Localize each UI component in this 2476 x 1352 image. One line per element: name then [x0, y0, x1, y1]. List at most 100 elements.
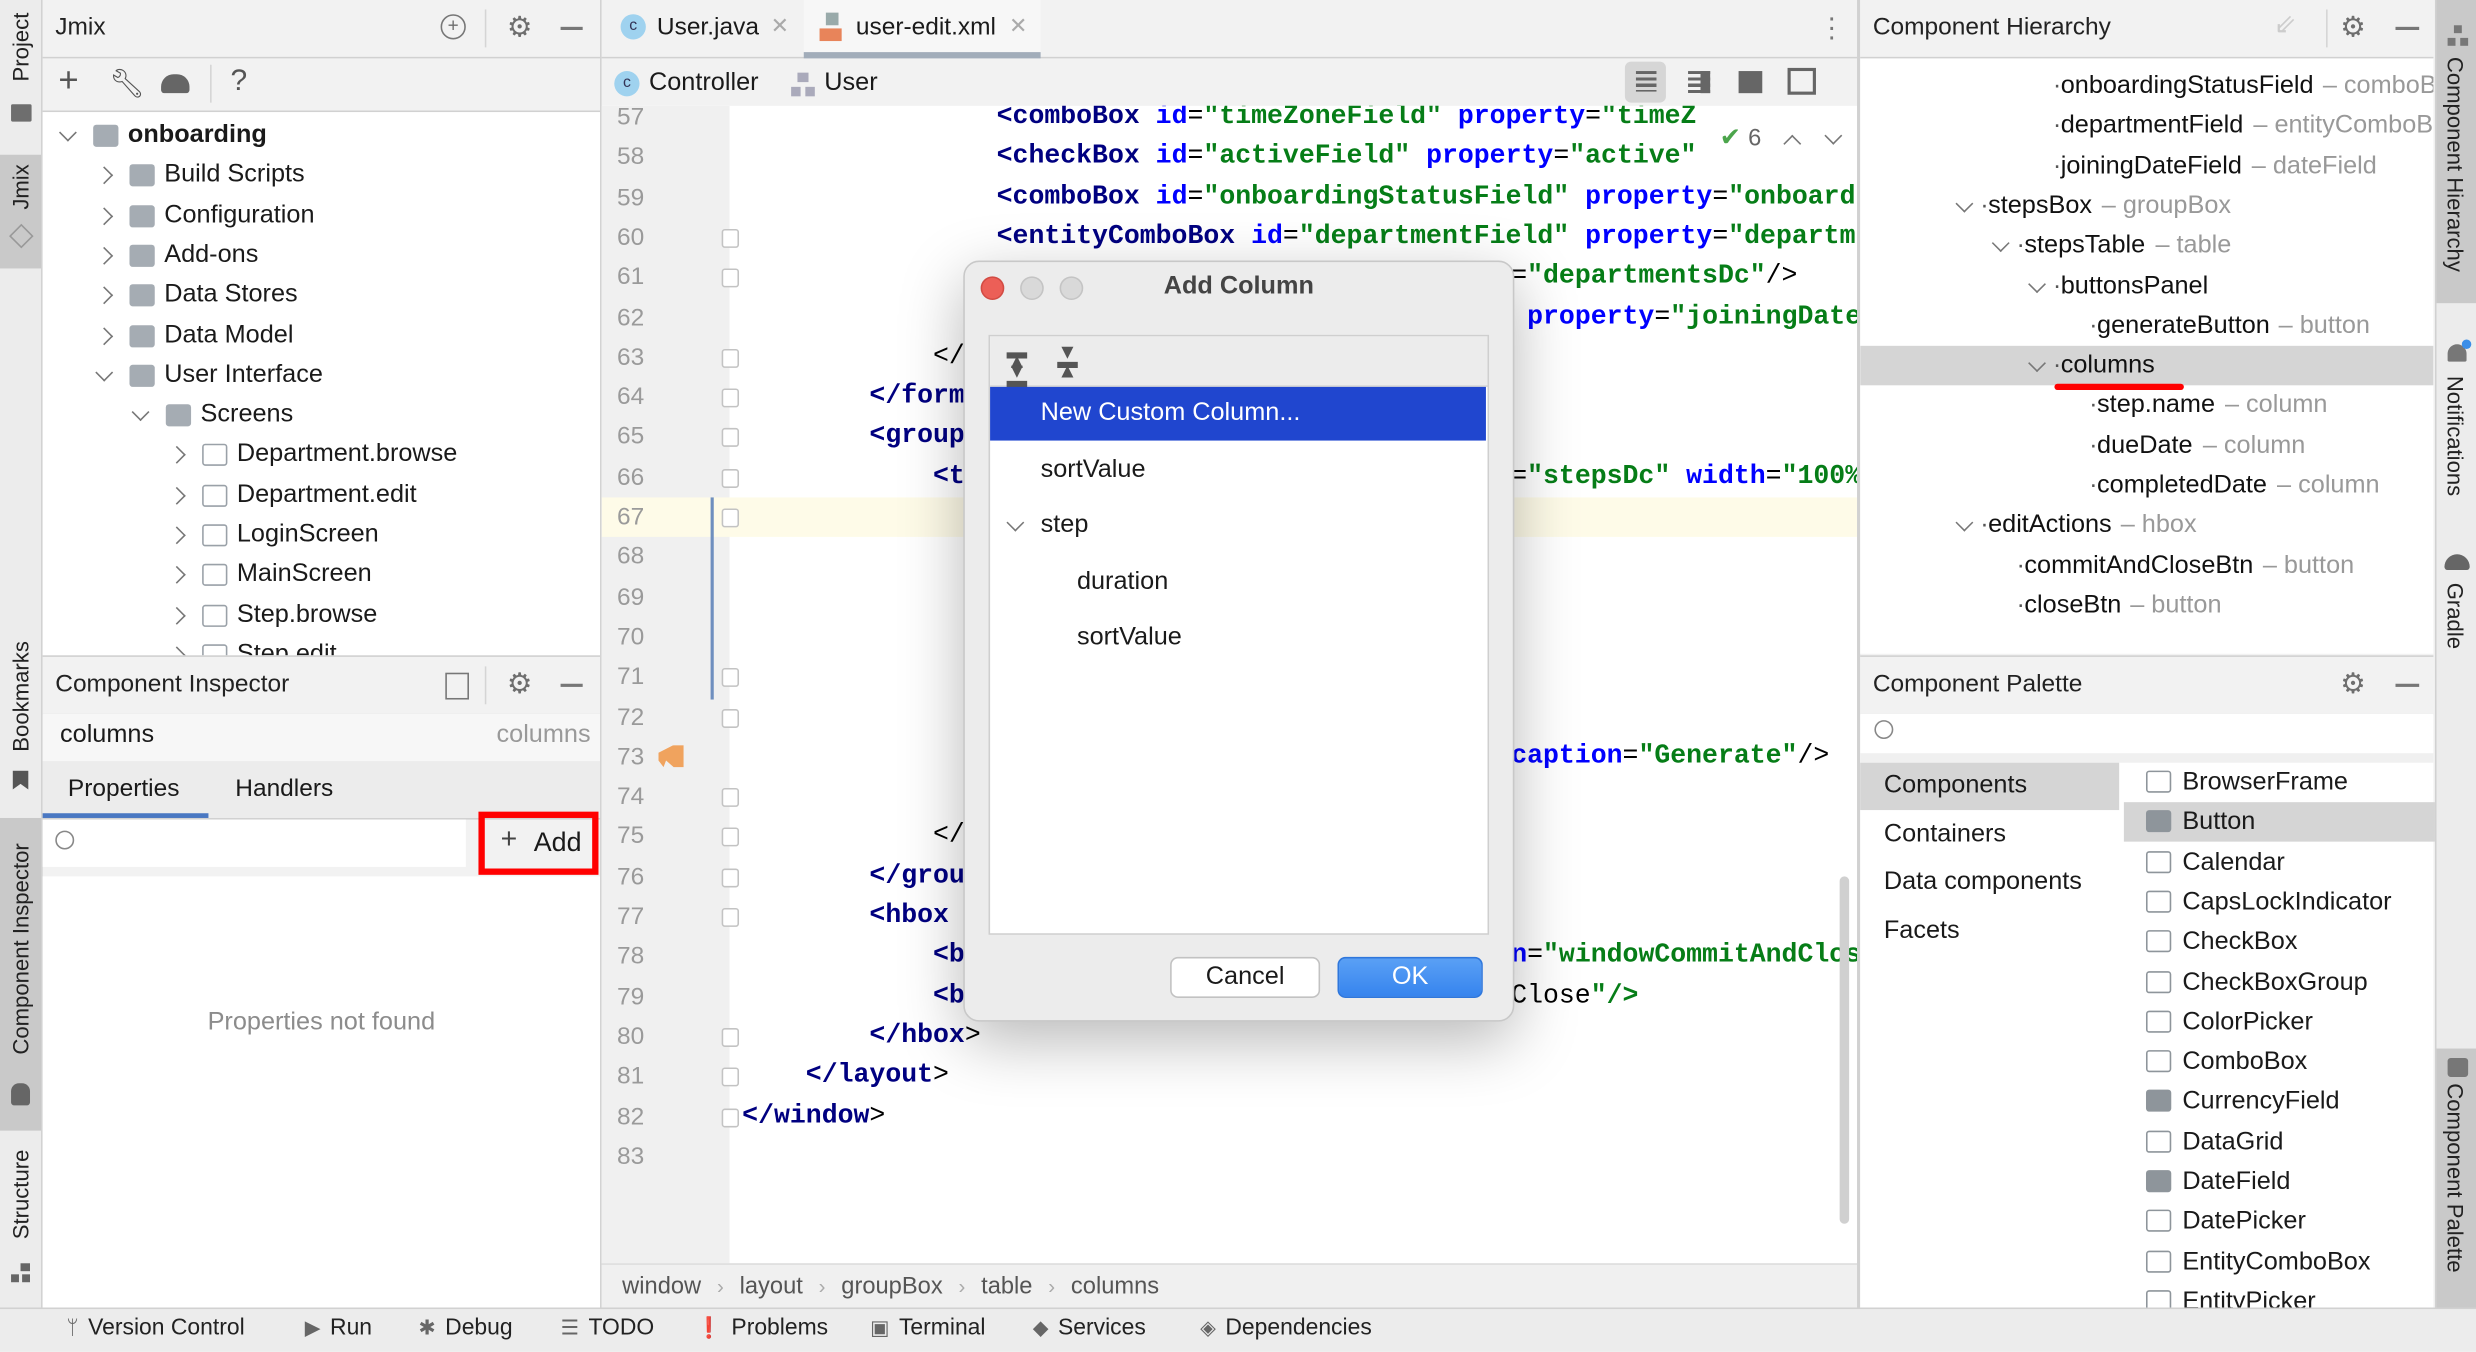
palette-item[interactable]: DataGrid [2124, 1122, 2435, 1161]
fold-marker-icon[interactable] [721, 668, 740, 688]
locate-icon[interactable]: + [440, 14, 466, 40]
stripe-tab-component-hierarchy[interactable]: Component Hierarchy [2436, 0, 2476, 304]
designer-view-icon[interactable] [1738, 71, 1763, 94]
minimize-icon[interactable] [2395, 683, 2420, 687]
stripe-tab-bookmarks[interactable]: Bookmarks [0, 632, 41, 806]
column-option[interactable]: sortValue [990, 611, 1486, 665]
tree-item[interactable]: Department.edit [43, 475, 600, 514]
tree-item[interactable]: Step.browse [43, 595, 600, 634]
palette-category[interactable]: Data components [1860, 859, 2119, 906]
breadcrumb-item[interactable]: window [622, 1273, 701, 1300]
chevron-right-icon[interactable] [167, 446, 186, 465]
tree-item[interactable]: Department.browse [43, 435, 600, 474]
gradle-elephant-icon[interactable] [161, 74, 190, 94]
change-marker[interactable] [710, 497, 713, 700]
palette-item[interactable]: CapsLockIndicator [2124, 883, 2435, 922]
chevron-right-icon[interactable] [167, 526, 186, 545]
tool-window-version-control[interactable]: ᛘ Version Control [66, 1315, 244, 1340]
vertical-scrollbar[interactable] [1839, 876, 1850, 1224]
properties-search-input[interactable] [42, 819, 466, 867]
tree-item[interactable]: User Interface [43, 355, 600, 394]
palette-category[interactable]: Components [1860, 762, 2120, 811]
close-icon[interactable]: ✕ [771, 13, 790, 40]
hierarchy-item[interactable]: · closeBtn – button [1860, 586, 2433, 625]
chevron-down-icon[interactable] [1955, 514, 1974, 533]
fold-marker-icon[interactable] [721, 1067, 740, 1087]
palette-item[interactable]: Calendar [2124, 843, 2435, 882]
tree-item[interactable]: Configuration [43, 195, 600, 234]
hierarchy-item[interactable]: ·departmentField– entityComboBox [1860, 106, 2434, 145]
palette-item[interactable]: ColorPicker [2124, 1002, 2435, 1041]
palette-item[interactable]: CheckBoxGroup [2124, 962, 2435, 1001]
fold-marker-icon[interactable] [721, 428, 740, 448]
tool-window-dependencies[interactable]: ◈ Dependencies [1200, 1315, 1372, 1340]
chevron-right-icon[interactable] [95, 206, 114, 225]
chevron-down-icon[interactable] [95, 363, 114, 382]
fold-marker-icon[interactable] [721, 708, 740, 728]
column-option[interactable]: duration [990, 555, 1486, 609]
column-option[interactable]: step [990, 499, 1486, 553]
palette-item[interactable]: CheckBox [2124, 922, 2435, 961]
tab-user-edit-xml[interactable]: user-edit.xml ✕ [803, 0, 1041, 59]
palette-item[interactable]: Button [2123, 802, 2435, 843]
minimize-icon[interactable] [560, 26, 583, 31]
chevron-down-icon[interactable] [1824, 126, 1843, 145]
help-icon[interactable]: ? [231, 66, 248, 96]
hierarchy-item[interactable]: · stepsBox – groupBox [1860, 186, 2433, 225]
preview-view-icon[interactable] [1787, 67, 1816, 95]
chevron-down-icon[interactable] [2028, 274, 2046, 293]
gear-icon[interactable]: ⚙ [507, 13, 532, 41]
tool-window-todo[interactable]: ☰ TODO [561, 1315, 655, 1340]
chevron-right-icon[interactable] [95, 286, 114, 305]
layout-toggle-icon[interactable] [445, 672, 469, 700]
stripe-tab-component-palette[interactable]: Component Palette [2436, 1048, 2476, 1308]
hierarchy-item[interactable]: ·onboardingStatusField– comboBox [1860, 66, 2434, 105]
stripe-tab-jmix[interactable]: Jmix [0, 154, 42, 269]
palette-category[interactable]: Containers [1860, 811, 2119, 858]
hierarchy-item[interactable]: · joiningDateField – dateField [1860, 146, 2433, 185]
fold-marker-icon[interactable] [721, 228, 740, 248]
palette-item[interactable]: BrowserFrame [2124, 763, 2435, 802]
stripe-tab-gradle[interactable]: Gradle [2437, 545, 2476, 663]
breadcrumb-item[interactable]: columns [1071, 1273, 1159, 1300]
fold-marker-icon[interactable] [721, 788, 740, 808]
chevron-down-icon[interactable] [131, 403, 150, 422]
wrench-icon[interactable]: 🔧︎ [109, 69, 145, 97]
tree-item[interactable]: MainScreen [43, 555, 600, 594]
tab-handlers[interactable]: Handlers [216, 761, 358, 818]
tree-item[interactable]: Screens [43, 395, 600, 434]
breadcrumb-item[interactable]: layout [740, 1273, 803, 1300]
minimize-icon[interactable] [560, 683, 583, 687]
fold-marker-icon[interactable] [721, 1107, 740, 1127]
chevron-down-icon[interactable] [1955, 194, 1974, 213]
tool-window-services[interactable]: ◆ Services [1033, 1315, 1146, 1340]
add-property-button[interactable]: + Add [478, 811, 599, 875]
palette-item[interactable]: CurrencyField [2124, 1082, 2435, 1121]
palette-search-input[interactable] [1860, 713, 2434, 754]
nav-user-entity[interactable]: User [791, 65, 902, 100]
fold-marker-icon[interactable] [721, 1027, 740, 1047]
hierarchy-item[interactable]: · stepsTable – table [1860, 226, 2433, 265]
tool-window-problems[interactable]: ❗ Problems [696, 1315, 828, 1340]
chevron-down-icon[interactable] [58, 123, 77, 142]
palette-item[interactable]: DateField [2124, 1162, 2435, 1201]
stripe-tab-component-inspector[interactable]: Component Inspector [0, 817, 42, 1131]
tool-window-run[interactable]: ▶ Run [305, 1315, 372, 1340]
tree-item[interactable]: onboarding [43, 115, 600, 154]
breadcrumb-item[interactable]: groupBox [841, 1273, 942, 1300]
fold-marker-icon[interactable] [721, 907, 740, 927]
tree-item[interactable]: LoginScreen [43, 515, 600, 554]
chevron-right-icon[interactable] [95, 166, 114, 185]
add-icon[interactable]: + [58, 62, 78, 97]
fold-marker-icon[interactable] [721, 268, 740, 288]
hierarchy-item[interactable]: · generateButton – button [1860, 306, 2433, 345]
gear-icon[interactable]: ⚙ [2340, 13, 2365, 41]
fold-marker-icon[interactable] [721, 508, 740, 528]
chevron-right-icon[interactable] [95, 326, 114, 345]
hierarchy-item[interactable]: · columns [1860, 345, 2434, 391]
hierarchy-item[interactable]: · buttonsPanel [1860, 266, 2433, 305]
tree-item[interactable]: Data Model [43, 315, 600, 354]
inspection-widget[interactable]: ✔ 6 [1707, 115, 1858, 169]
split-view-icon[interactable] [1688, 71, 1711, 94]
chevron-right-icon[interactable] [167, 646, 186, 656]
